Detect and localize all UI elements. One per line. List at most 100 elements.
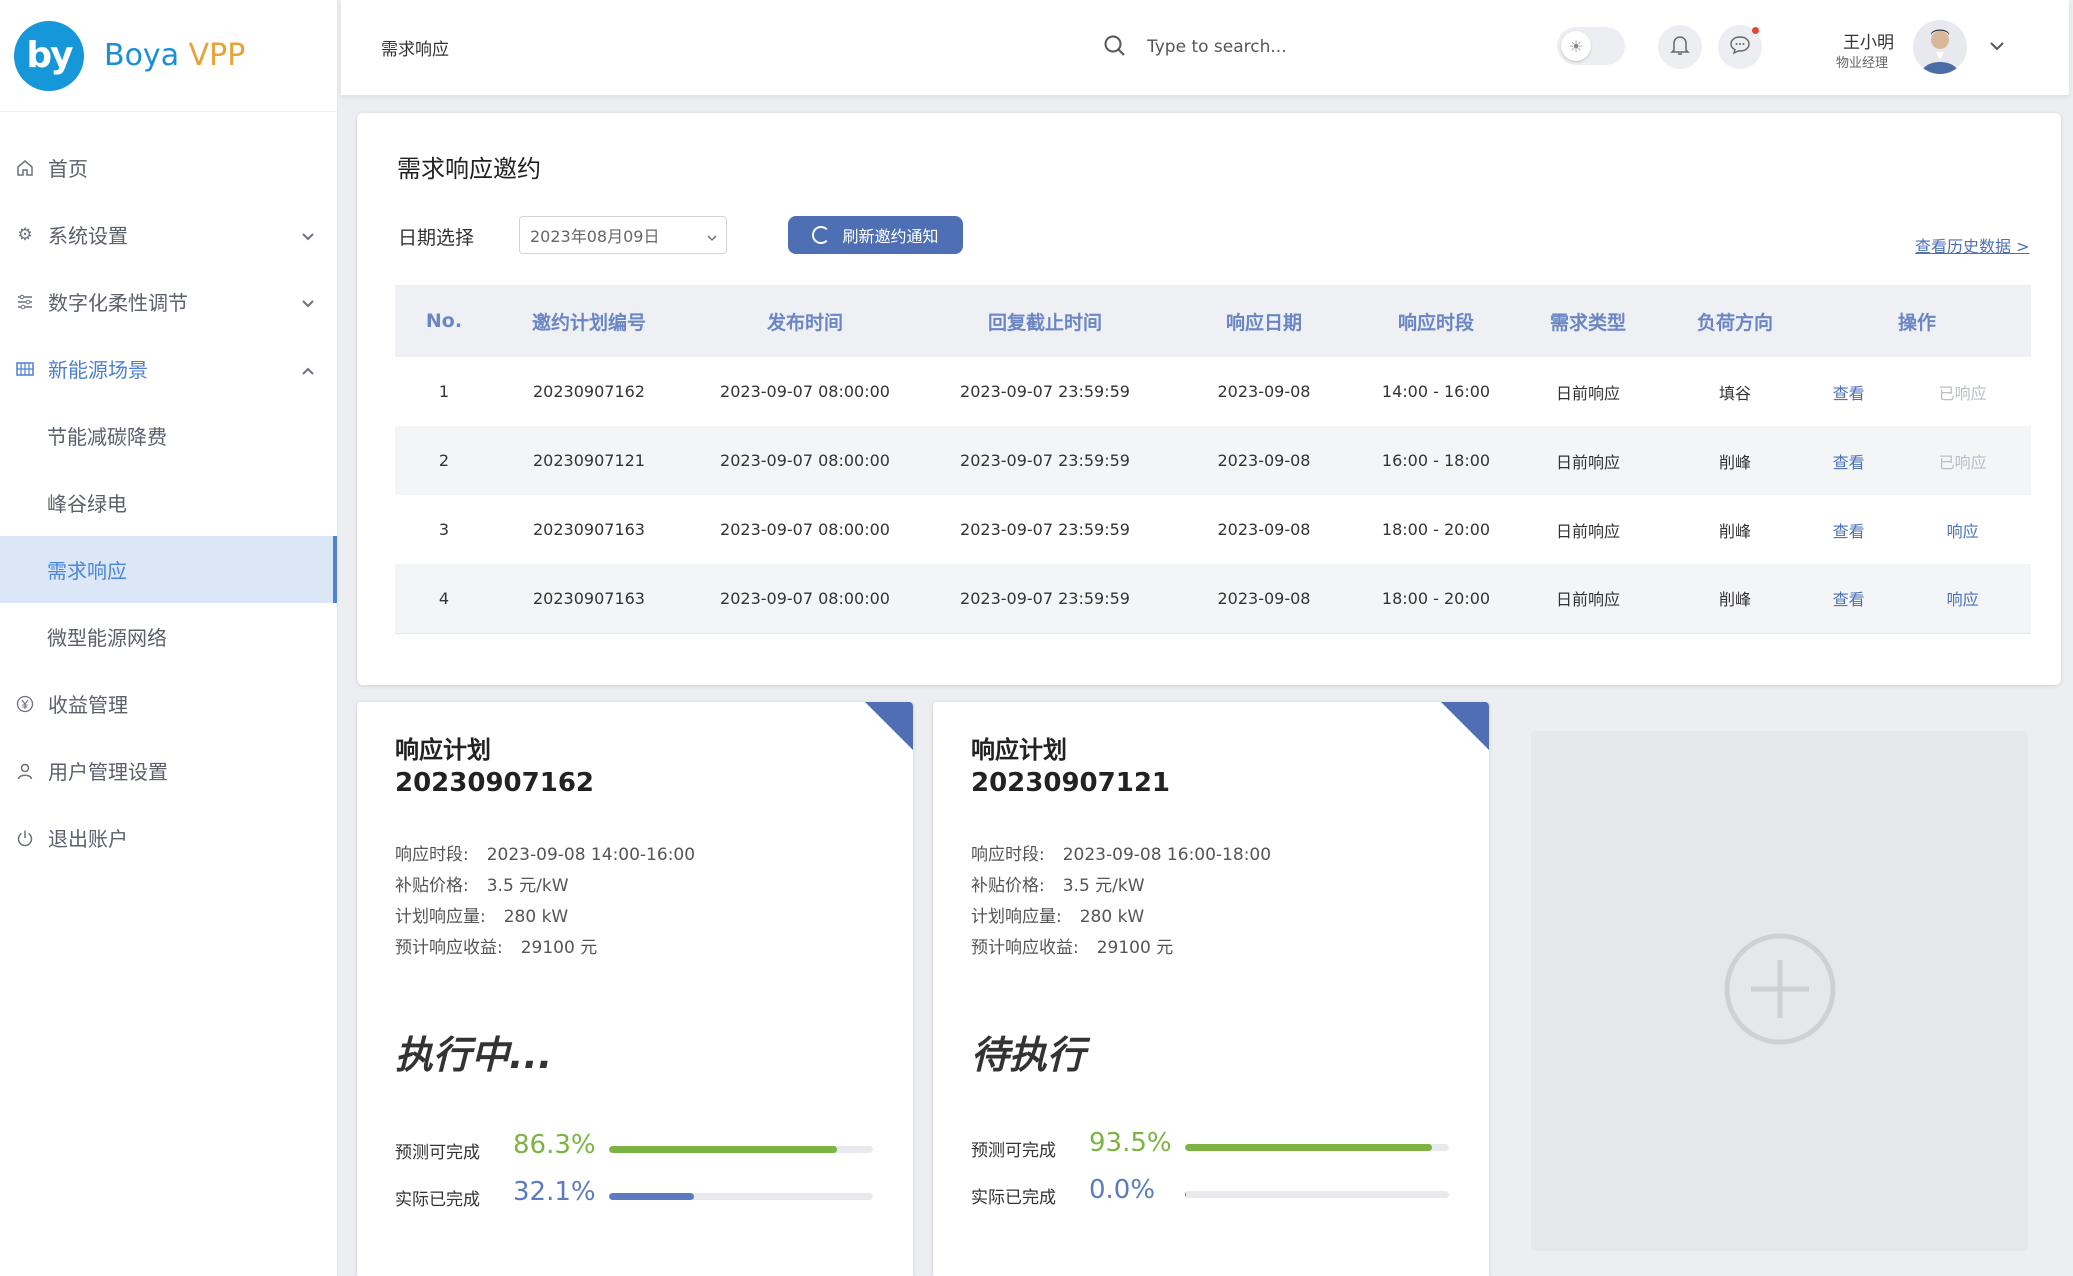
column-header: 响应日期 <box>1165 285 1363 357</box>
date-select[interactable]: 2023年08月09日 <box>519 216 727 254</box>
cell-response-date: 2023-09-08 <box>1217 382 1311 401</box>
actual-progress-fill <box>1185 1191 1187 1198</box>
detail-subsidy-price: 补贴价格: 3.5 元/kW <box>395 876 569 896</box>
card-plan-id: 20230907162 <box>395 768 594 798</box>
top-bar: 需求响应 ☀ 王小明 物业经理 <box>341 0 2069 96</box>
respond-link[interactable]: 响应 <box>1894 564 2031 634</box>
cell-demand-type: 日前响应 <box>1509 426 1667 495</box>
forecast-percent: 86.3% <box>513 1130 596 1160</box>
sidebar-item-label: 收益管理 <box>48 693 128 717</box>
cell-demand-type: 日前响应 <box>1509 564 1667 634</box>
card-corner-ribbon <box>1441 702 1489 750</box>
table-row: 4 20230907163 2023-09-07 08:00:00 2023-0… <box>395 564 2031 634</box>
view-link[interactable]: 查看 <box>1803 564 1895 634</box>
table-header-row: No. 邀约计划编号 发布时间 回复截止时间 响应日期 响应时段 需求类型 负荷… <box>395 285 2031 357</box>
cell-deadline: 2023-09-07 23:59:59 <box>925 426 1165 495</box>
actual-progress-bar <box>609 1193 873 1200</box>
view-link[interactable]: 查看 <box>1803 357 1894 426</box>
notification-button[interactable] <box>1658 25 1702 69</box>
sidebar: by Boya VPP 首页 ⚙ 系统设置 数字化柔性调节 新能源场景 节能减碳… <box>0 0 338 1276</box>
sun-icon: ☀ <box>1561 31 1591 61</box>
cell-load-direction: 削峰 <box>1718 521 1751 541</box>
brand-name: Boya VPP <box>104 38 246 73</box>
cell-deadline: 2023-09-07 23:59:59 <box>960 520 1130 539</box>
sidebar-item-new-energy[interactable]: 新能源场景 <box>0 335 337 402</box>
message-button[interactable] <box>1718 25 1762 69</box>
date-select-value: 2023年08月09日 <box>530 227 660 246</box>
sidebar-item-revenue[interactable]: 收益管理 <box>0 670 337 737</box>
cell-load-direction: 削峰 <box>1667 564 1803 634</box>
sidebar-item-demand-response[interactable]: 需求响应 <box>0 536 337 603</box>
cell-demand-type: 日前响应 <box>1555 521 1620 541</box>
chevron-up-icon <box>301 359 315 383</box>
detail-expected-revenue: 预计响应收益: 29100 元 <box>395 938 598 958</box>
cell-plan-id: 20230907163 <box>493 564 685 634</box>
power-icon <box>16 829 34 847</box>
table-row: 1 20230907162 2023-09-07 08:00:00 2023-0… <box>395 357 2031 426</box>
page-title: 需求响应邀约 <box>397 155 541 183</box>
refresh-button-label: 刷新邀约通知 <box>842 227 939 246</box>
chevron-down-icon <box>706 229 718 248</box>
user-icon <box>16 762 34 780</box>
column-header: 需求类型 <box>1509 285 1667 357</box>
respond-link[interactable]: 响应 <box>1894 495 2031 564</box>
detail-time-slot: 响应时段: 2023-09-08 16:00-18:00 <box>971 845 1272 865</box>
cell-no: 4 <box>395 564 493 634</box>
sidebar-item-user-management[interactable]: 用户管理设置 <box>0 737 337 804</box>
card-plan-id: 20230907121 <box>971 768 1170 798</box>
forecast-progress-bar <box>1185 1144 1449 1151</box>
forecast-progress-bar <box>609 1146 873 1153</box>
card-title: 响应计划 <box>971 736 1067 764</box>
sidebar-item-digital-flexible[interactable]: 数字化柔性调节 <box>0 268 337 335</box>
chevron-down-icon[interactable] <box>1989 38 2005 58</box>
sidebar-item-label: 需求响应 <box>47 559 127 583</box>
search-icon[interactable] <box>1103 34 1127 62</box>
view-link[interactable]: 查看 <box>1803 495 1894 564</box>
detail-expected-revenue: 预计响应收益: 29100 元 <box>971 938 1174 958</box>
sidebar-item-peak-valley[interactable]: 峰谷绿电 <box>0 469 337 536</box>
actual-label: 实际已完成 <box>395 1190 480 1210</box>
responded-label: 已响应 <box>1938 383 1987 403</box>
actual-progress-bar <box>1185 1191 1449 1198</box>
refresh-invitations-button[interactable]: 刷新邀约通知 <box>788 216 963 254</box>
view-link[interactable]: 查看 <box>1803 426 1895 495</box>
cell-publish-time: 2023-09-07 08:00:00 <box>720 382 890 401</box>
cell-response-date: 2023-09-08 <box>1165 564 1363 634</box>
card-title: 响应计划 <box>395 736 491 764</box>
actual-percent: 32.1% <box>513 1177 596 1207</box>
cell-plan-id: 20230907162 <box>533 382 645 401</box>
theme-toggle[interactable]: ☀ <box>1557 27 1625 65</box>
sidebar-item-system-settings[interactable]: ⚙ 系统设置 <box>0 201 337 268</box>
cell-response-date: 2023-09-08 <box>1217 520 1311 539</box>
cell-demand-type: 日前响应 <box>1555 383 1620 403</box>
history-data-link[interactable]: 查看历史数据 > <box>1915 233 2030 257</box>
avatar[interactable] <box>1913 20 1967 74</box>
detail-subsidy-price: 补贴价格: 3.5 元/kW <box>971 876 1145 896</box>
card-corner-ribbon <box>865 702 913 750</box>
actual-progress-fill <box>609 1193 694 1200</box>
forecast-progress-fill <box>1185 1144 1432 1151</box>
column-header: 操作 <box>1803 285 2031 357</box>
yen-icon <box>16 695 34 713</box>
add-plan-card[interactable] <box>1531 731 2028 1251</box>
sidebar-item-logout[interactable]: 退出账户 <box>0 804 337 871</box>
response-plan-card[interactable]: 响应计划 20230907121 响应时段: 2023-09-08 16:00-1… <box>933 702 1489 1276</box>
invitation-panel: 需求响应邀约 日期选择 2023年08月09日 刷新邀约通知 查看历史数据 > … <box>357 113 2061 685</box>
sidebar-item-energy-saving[interactable]: 节能减碳降费 <box>0 402 337 469</box>
response-plan-card[interactable]: 响应计划 20230907162 响应时段: 2023-09-08 14:00-1… <box>357 702 913 1276</box>
table-row: 3 20230907163 2023-09-07 08:00:00 2023-0… <box>395 495 2031 564</box>
responded-label: 已响应 <box>1894 426 2031 495</box>
chevron-down-icon <box>301 292 315 316</box>
date-filter-label: 日期选择 <box>398 227 475 249</box>
sidebar-item-label: 微型能源网络 <box>47 626 167 650</box>
cell-time-slot: 18:00 - 20:00 <box>1363 564 1509 634</box>
search-input[interactable] <box>1147 30 1447 64</box>
column-header: 发布时间 <box>685 285 925 357</box>
breadcrumb: 需求响应 <box>381 40 449 60</box>
brand-logo[interactable]: by Boya VPP <box>0 0 337 112</box>
sidebar-item-micro-grid[interactable]: 微型能源网络 <box>0 603 337 670</box>
sidebar-item-home[interactable]: 首页 <box>0 134 337 201</box>
sidebar-item-label: 数字化柔性调节 <box>48 291 188 315</box>
chat-icon <box>1729 34 1751 60</box>
cell-time-slot: 14:00 - 16:00 <box>1381 382 1491 401</box>
